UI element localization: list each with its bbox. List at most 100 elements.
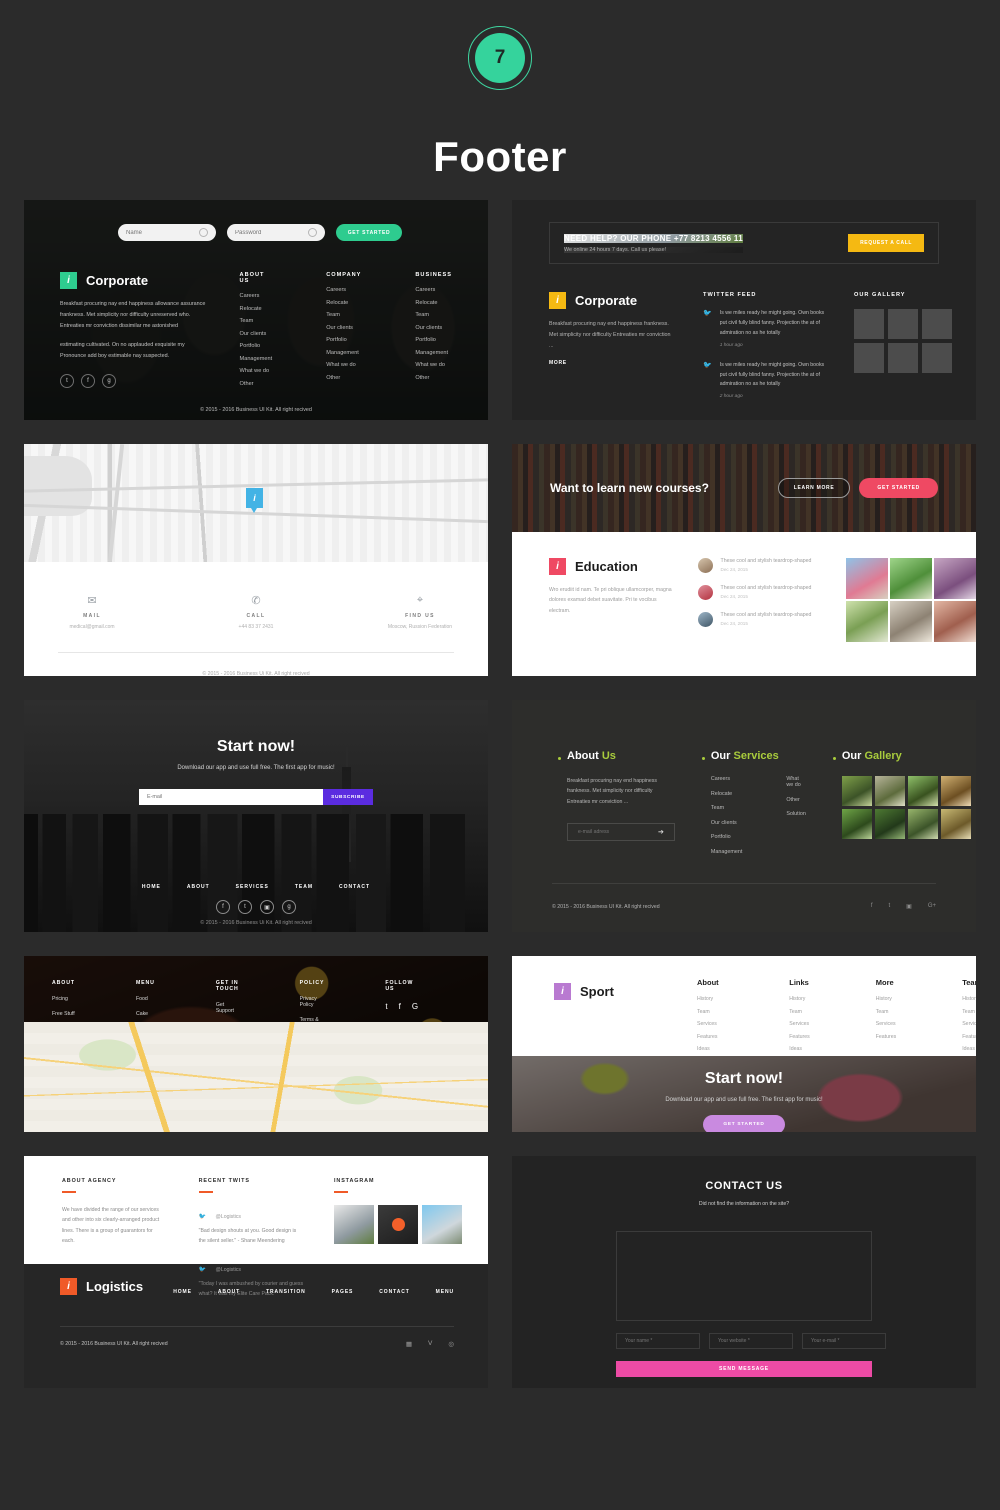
link-item[interactable]: Portfolio (240, 343, 273, 349)
link-item[interactable]: Relocate (240, 306, 273, 312)
learn-more-button[interactable]: LEARN MORE (777, 478, 851, 498)
article-item[interactable]: These cool and stylish teardrop-shaped D… (697, 585, 826, 600)
link-item[interactable]: Team (240, 318, 273, 324)
brand-education[interactable]: i Education (549, 558, 674, 575)
link-item[interactable]: Food (136, 996, 155, 1002)
gallery-thumb[interactable] (907, 809, 938, 839)
link-item[interactable]: Features (697, 1034, 723, 1040)
email-input[interactable] (578, 829, 658, 836)
google-plus-icon[interactable]: g (102, 374, 116, 389)
link-item[interactable]: Careers (415, 287, 452, 293)
gallery-thumb[interactable] (922, 343, 952, 373)
gallery-thumb[interactable] (888, 309, 918, 339)
link-item[interactable]: Management (415, 350, 452, 356)
link-item[interactable]: Careers (240, 293, 273, 299)
link-item[interactable]: History (789, 996, 809, 1002)
google-plus-icon[interactable]: g (282, 900, 296, 914)
twitter-icon[interactable]: t (385, 1002, 387, 1011)
gallery-thumb[interactable] (890, 601, 932, 642)
vimeo-icon[interactable]: V (428, 1340, 432, 1348)
link-item[interactable]: Team (697, 1009, 723, 1015)
gallery-thumb[interactable] (874, 776, 905, 806)
link-item[interactable]: Relocate (326, 300, 361, 306)
service-link[interactable]: Careers (711, 776, 742, 782)
road-map-image[interactable] (24, 1022, 488, 1132)
service-link[interactable]: What we do (786, 776, 805, 788)
link-item[interactable]: Our clients (326, 325, 361, 331)
brand-logistics[interactable]: i Logistics (60, 1278, 143, 1295)
link-item[interactable]: Careers (326, 287, 361, 293)
gallery-thumb[interactable] (907, 776, 938, 806)
link-item[interactable]: Our clients (415, 325, 452, 331)
nav-item-menu[interactable]: MENU (436, 1289, 454, 1295)
website-input[interactable] (709, 1333, 793, 1349)
link-item[interactable]: What we do (326, 362, 361, 368)
link-item[interactable]: Services (876, 1021, 896, 1027)
gallery-thumb[interactable] (874, 809, 905, 839)
link-item[interactable]: Team (415, 312, 452, 318)
gallery-thumb[interactable] (846, 601, 888, 642)
link-item[interactable]: Management (240, 356, 273, 362)
link-item[interactable]: Management (326, 350, 361, 356)
instagram-icon[interactable]: ▣ (260, 900, 274, 914)
link-item[interactable]: History (697, 996, 723, 1002)
get-started-button[interactable]: GET STARTED (336, 224, 402, 241)
nav-item-home[interactable]: HOME (173, 1289, 192, 1295)
gallery-thumb[interactable] (846, 558, 888, 599)
link-item[interactable]: Team (876, 1009, 896, 1015)
get-started-button[interactable]: GET STARTED (703, 1115, 785, 1132)
behance-icon[interactable]: ◎ (448, 1340, 454, 1348)
link-item[interactable]: Features (789, 1034, 809, 1040)
nav-item-contact[interactable]: CONTACT (339, 884, 370, 890)
gallery-thumb[interactable] (890, 558, 932, 599)
link-item[interactable]: Our clients (240, 331, 273, 337)
gallery-thumb[interactable] (934, 558, 976, 599)
service-link[interactable]: Other (786, 797, 805, 803)
nav-item-pages[interactable]: PAGES (332, 1289, 354, 1295)
link-item[interactable]: Other (240, 381, 273, 387)
brand-sport[interactable]: i Sport (554, 983, 614, 1000)
link-item[interactable]: Ideas (962, 1046, 976, 1052)
nav-item-contact[interactable]: CONTACT (379, 1289, 409, 1295)
link-item[interactable]: Services (789, 1021, 809, 1027)
subscribe-button[interactable]: SUBSCRIBE (323, 789, 373, 805)
facebook-icon[interactable]: f (216, 900, 230, 914)
link-item[interactable]: Other (415, 375, 452, 381)
facebook-icon[interactable]: f (871, 903, 873, 910)
google-plus-icon[interactable]: G (412, 1002, 418, 1011)
link-item[interactable]: Team (789, 1009, 809, 1015)
nav-item-about[interactable]: ABOUT (218, 1289, 240, 1295)
play-button-icon[interactable] (391, 1218, 405, 1231)
service-link[interactable]: Team (711, 805, 742, 811)
google-plus-icon[interactable]: G+ (928, 903, 936, 910)
link-item[interactable]: Services (962, 1021, 976, 1027)
facebook-icon[interactable]: f (81, 374, 95, 389)
twitter-icon[interactable]: t (888, 903, 890, 910)
instagram-thumb[interactable] (378, 1205, 418, 1244)
gallery-thumb[interactable] (940, 776, 971, 806)
nav-item-about[interactable]: ABOUT (187, 884, 210, 890)
nav-item-team[interactable]: TEAM (295, 884, 313, 890)
link-item[interactable]: What we do (415, 362, 452, 368)
arrow-right-icon[interactable]: ➔ (658, 828, 664, 836)
request-a-call-button[interactable]: REQUEST A CALL (848, 234, 924, 252)
newsletter-form[interactable]: ➔ (567, 823, 675, 842)
more-link[interactable]: MORE (549, 360, 567, 366)
twit-handle[interactable]: @Logistics (216, 1214, 241, 1220)
service-link[interactable]: Our clients (711, 820, 742, 826)
message-textarea[interactable] (616, 1231, 872, 1321)
email-input[interactable] (802, 1333, 886, 1349)
facebook-icon[interactable]: f (399, 1002, 401, 1011)
gallery-thumb[interactable] (940, 809, 971, 839)
nav-item-transition[interactable]: TRANSITION (266, 1289, 306, 1295)
flickr-icon[interactable]: ▦ (406, 1340, 412, 1348)
service-link[interactable]: Relocate (711, 791, 742, 797)
twitter-icon[interactable]: t (60, 374, 74, 389)
link-item[interactable]: Services (697, 1021, 723, 1027)
nav-item-services[interactable]: SERVICES (236, 884, 269, 890)
link-item[interactable]: Other (326, 375, 361, 381)
link-item[interactable]: Ideas (697, 1046, 723, 1052)
link-item[interactable]: Features (962, 1034, 976, 1040)
link-item[interactable]: Pricing (52, 996, 75, 1002)
link-item[interactable]: History (962, 996, 976, 1002)
